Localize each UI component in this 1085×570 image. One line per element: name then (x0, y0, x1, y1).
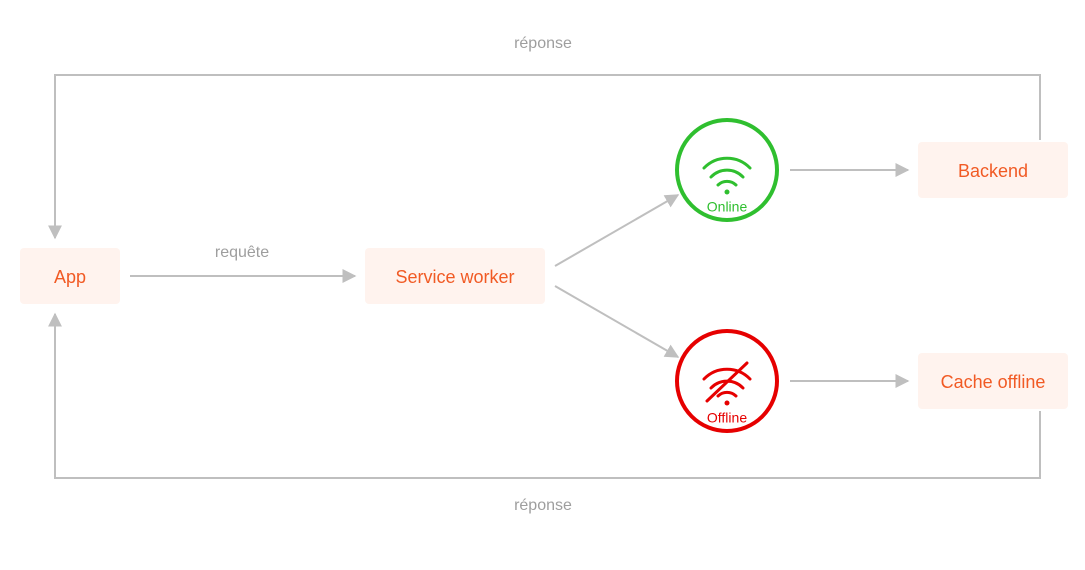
node-backend: Backend (918, 142, 1068, 198)
node-app-label: App (54, 267, 86, 287)
node-offline-label: Offline (707, 410, 747, 426)
node-online-label: Online (707, 199, 748, 215)
edge-app-to-sw: requête (130, 244, 355, 276)
edge-sw-to-offline (555, 286, 678, 357)
edge-backend-to-app: réponse (55, 35, 1040, 238)
edge-backend-to-app-label: réponse (514, 35, 572, 52)
node-offline: Offline (677, 331, 777, 431)
edge-app-to-sw-label: requête (215, 244, 269, 261)
edge-sw-to-online (555, 195, 678, 266)
node-cache-offline-label: Cache offline (941, 372, 1046, 392)
node-backend-label: Backend (958, 161, 1028, 181)
node-app: App (20, 248, 120, 304)
node-service-worker: Service worker (365, 248, 545, 304)
edge-cache-to-app-label: réponse (514, 497, 572, 514)
edge-cache-to-app: réponse (55, 314, 1040, 514)
node-online: Online (677, 120, 777, 220)
node-service-worker-label: Service worker (395, 267, 514, 287)
node-cache-offline: Cache offline (918, 353, 1068, 409)
